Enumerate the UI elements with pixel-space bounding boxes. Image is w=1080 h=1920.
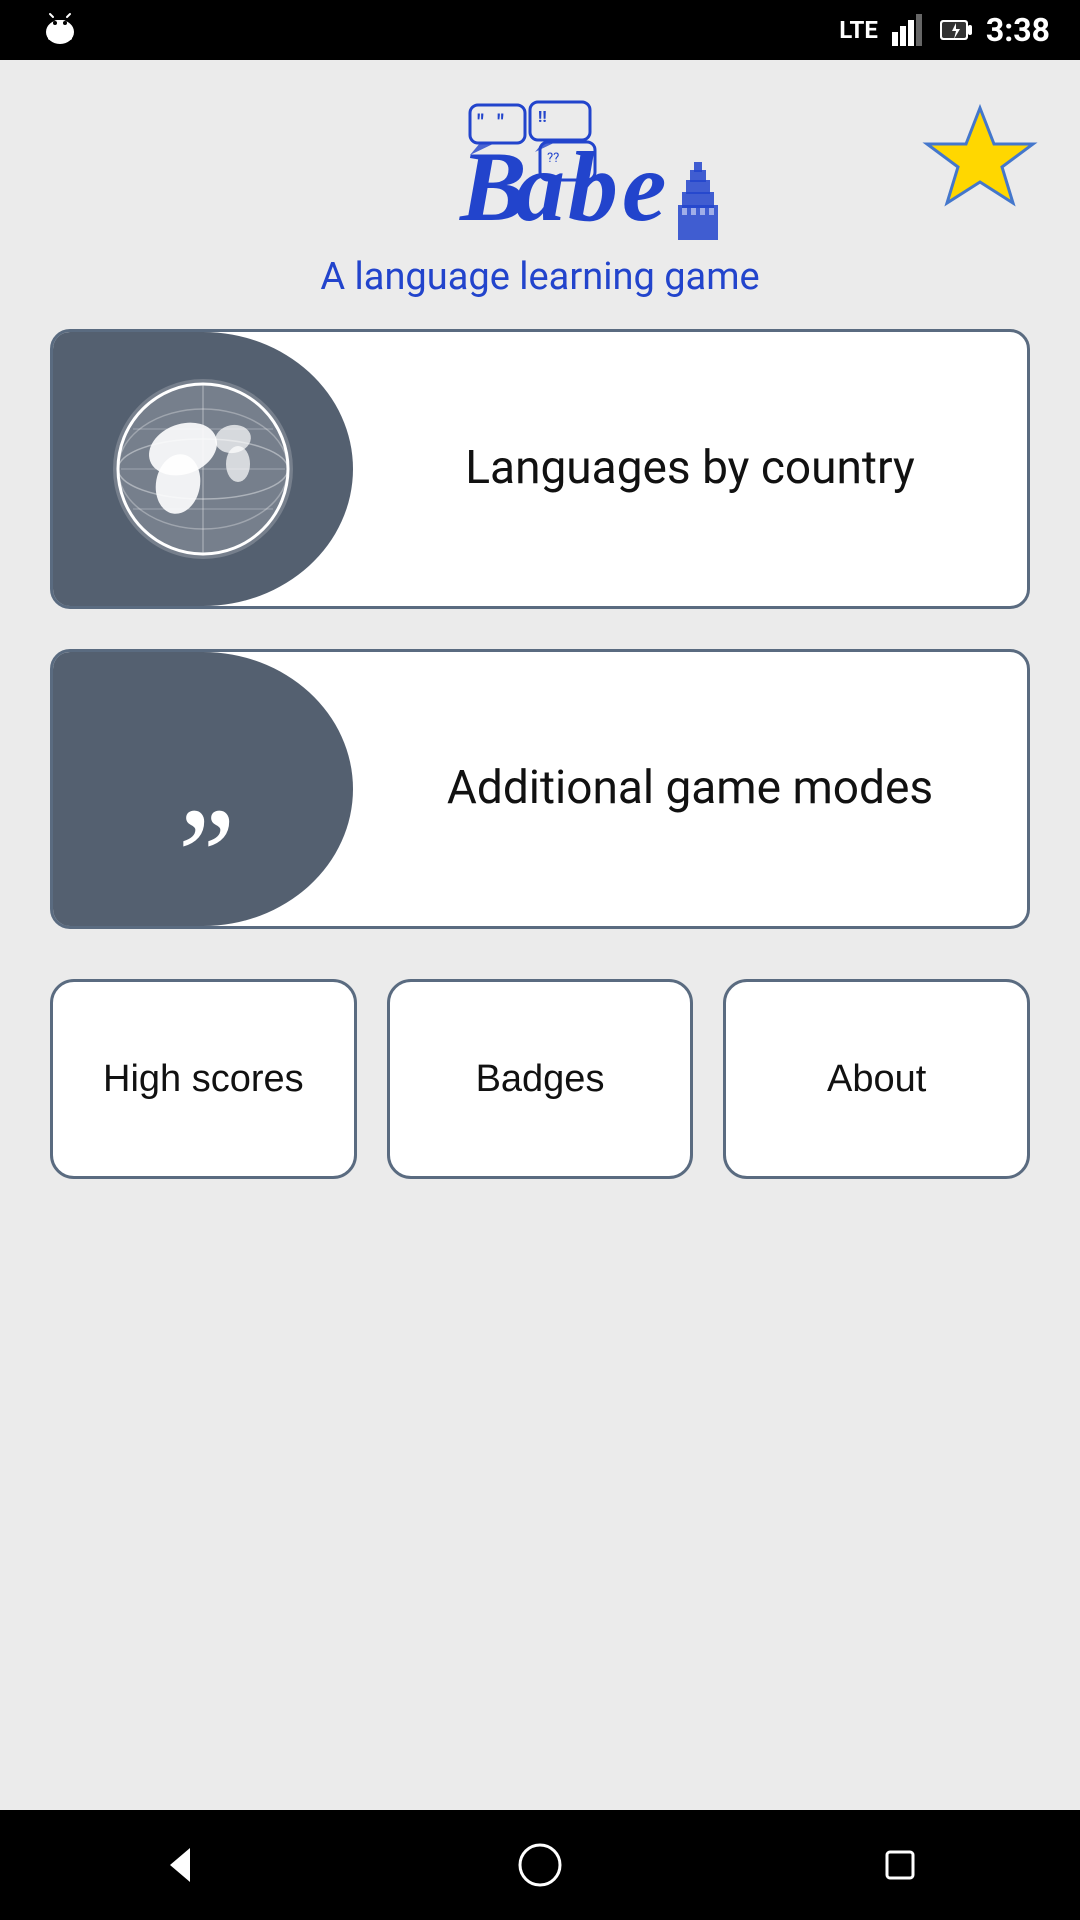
additional-game-modes-card[interactable]: ,, Additional game modes <box>50 649 1030 929</box>
globe-svg <box>103 369 303 569</box>
badges-label: Badges <box>476 1058 605 1101</box>
back-icon <box>155 1840 205 1890</box>
recents-button[interactable] <box>875 1840 925 1890</box>
home-button[interactable] <box>515 1840 565 1890</box>
star-icon <box>920 100 1040 220</box>
about-button[interactable]: About <box>723 979 1030 1179</box>
back-button[interactable] <box>155 1840 205 1890</box>
header-area: " " !! ?? B a b e <box>30 100 1050 299</box>
svg-text:!!: !! <box>538 107 547 126</box>
star-button[interactable] <box>920 100 1040 223</box>
high-scores-button[interactable]: High scores <box>50 979 357 1179</box>
lte-label: LTE <box>839 16 878 44</box>
status-bar: LTE 3:38 <box>0 0 1080 60</box>
languages-card-label: Languages by country <box>465 439 914 499</box>
signal-icon <box>890 12 926 48</box>
svg-text:a: a <box>515 131 565 242</box>
home-icon <box>515 1840 565 1890</box>
logo-container: " " !! ?? B a b e <box>320 100 759 299</box>
card-icon-quote: ,, <box>53 652 353 926</box>
status-icons-right: LTE 3:38 <box>839 11 1050 49</box>
status-time: 3:38 <box>986 11 1050 49</box>
app-subtitle: A language learning game <box>320 255 759 299</box>
game-modes-card-label: Additional game modes <box>447 759 933 819</box>
bottom-buttons-row: High scores Badges About <box>50 979 1030 1179</box>
nav-bar <box>0 1810 1080 1920</box>
about-label: About <box>827 1058 926 1101</box>
badges-button[interactable]: Badges <box>387 979 694 1179</box>
app-logo: " " !! ?? B a b e <box>350 100 730 245</box>
card-icon-globe <box>53 332 353 606</box>
recents-icon <box>875 1840 925 1890</box>
notification-icon <box>40 10 80 50</box>
card-text-languages: Languages by country <box>353 332 1027 606</box>
battery-icon <box>938 12 974 48</box>
svg-text:b: b <box>568 131 618 242</box>
high-scores-label: High scores <box>103 1058 304 1101</box>
status-bar-left <box>30 10 823 50</box>
svg-text:e: e <box>622 131 666 242</box>
card-text-game-modes: Additional game modes <box>353 652 1027 926</box>
quote-marks-icon: ,, <box>178 709 228 849</box>
languages-by-country-card[interactable]: Languages by country <box>50 329 1030 609</box>
main-content: " " !! ?? B a b e <box>0 60 1080 1810</box>
